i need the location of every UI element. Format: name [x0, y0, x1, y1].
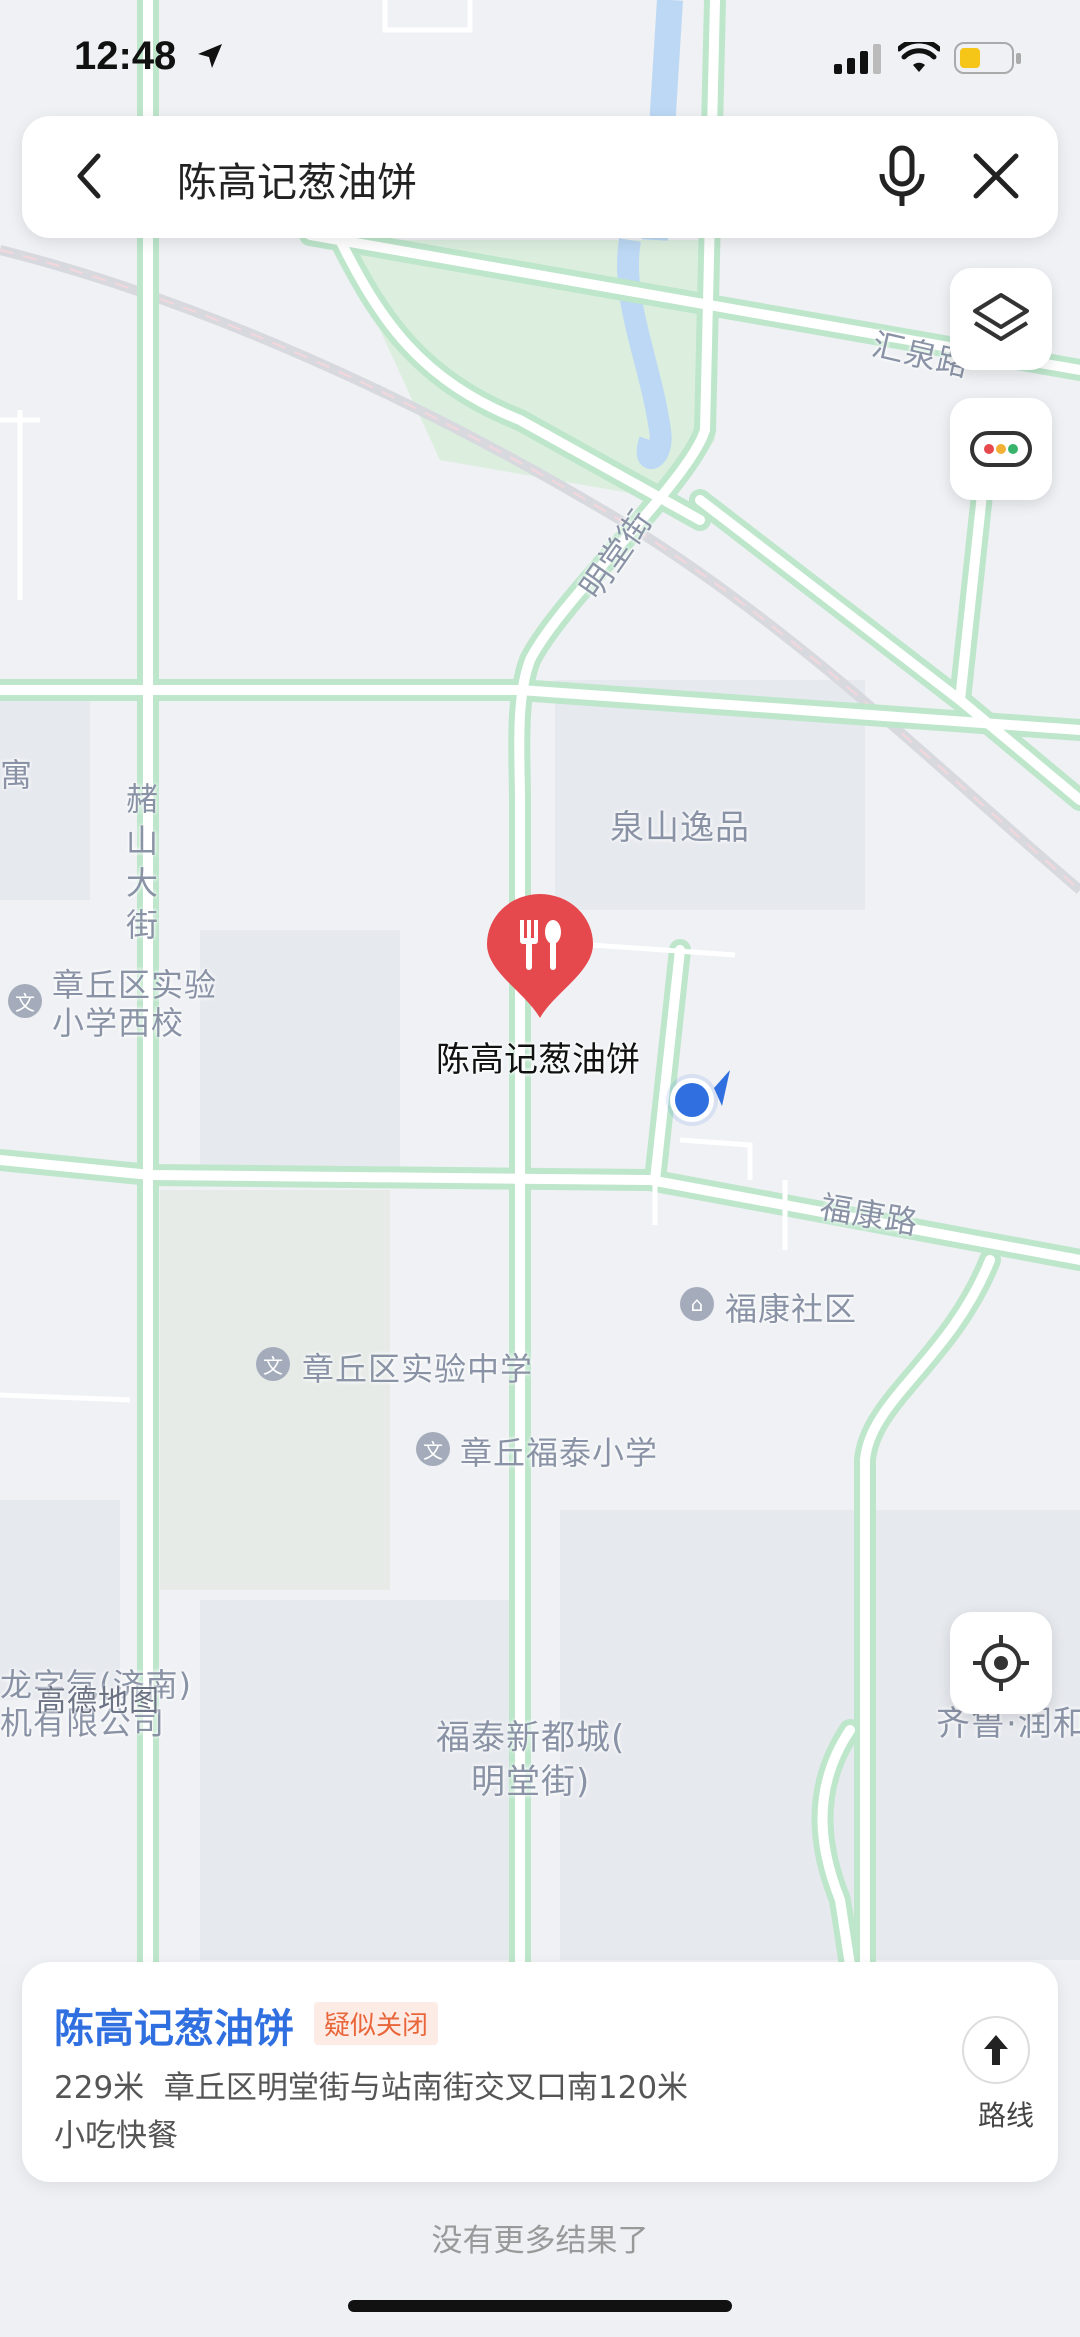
school-icon: 文 [416, 1432, 450, 1466]
poi-label-line: 明堂街) [471, 1762, 591, 1802]
result-category: 小吃快餐 [54, 2118, 178, 2154]
battery-icon [954, 42, 1021, 74]
poi-label-futai-city[interactable]: 福泰新都城( 明堂街) [436, 1716, 625, 1804]
poi-label-futai-primary[interactable]: 章丘福泰小学 [460, 1428, 658, 1474]
user-location-icon [660, 1064, 740, 1144]
map-view[interactable]: 汇泉路 明堂街 寓 赭山大街 泉山逸品 文 章丘区实验 小学西校 福康路 ⌂ 福… [0, 0, 1080, 1965]
locate-me-button[interactable] [950, 1612, 1052, 1714]
no-more-results: 没有更多结果了 [431, 2223, 649, 2259]
status-bar: 12:48 [0, 0, 1080, 110]
wifi-icon [898, 42, 940, 72]
poi-label-zhangqiu-middle[interactable]: 章丘区实验中学 [302, 1344, 533, 1390]
location-arrow-icon [198, 44, 222, 68]
poi-label-fukang-community[interactable]: 福康社区 [725, 1284, 857, 1330]
route-label[interactable]: 路线 [978, 2094, 1034, 2134]
community-icon: ⌂ [680, 1287, 714, 1321]
microphone-icon[interactable] [872, 144, 932, 210]
close-icon[interactable] [968, 148, 1024, 204]
poi-label-zhangqiu-primary-west[interactable]: 章丘区实验 小学西校 [52, 966, 217, 1042]
status-badge: 疑似关闭 [314, 2002, 439, 2045]
clock: 12:48 [74, 34, 177, 78]
layers-button[interactable] [950, 268, 1052, 370]
result-address-line: 229米 章丘区明堂街与站南街交叉口南120米 [54, 2062, 688, 2107]
home-indicator[interactable] [348, 2300, 732, 2312]
search-input[interactable]: 陈高记葱油饼 [177, 150, 417, 208]
road-label-zhushan: 赭山大街 [126, 780, 160, 944]
back-icon[interactable] [62, 146, 122, 206]
school-icon: 文 [8, 984, 42, 1018]
location-pin[interactable] [485, 892, 595, 1022]
traffic-button[interactable] [950, 398, 1052, 500]
result-address: 章丘区明堂街与站南街交叉口南120米 [163, 2070, 689, 2106]
poi-label-apartment: 寓 [0, 756, 34, 794]
pin-label[interactable]: 陈高记葱油饼 [436, 1032, 640, 1081]
search-bar[interactable]: 陈高记葱油饼 [22, 116, 1058, 238]
result-distance: 229米 [54, 2070, 145, 2106]
layers-icon [973, 293, 1029, 341]
arrow-up-icon [984, 2035, 1008, 2065]
crosshair-icon [973, 1635, 1029, 1691]
route-button[interactable] [962, 2016, 1030, 2084]
map-watermark: 高德地图 [36, 1684, 160, 1719]
poi-label-line: 章丘区实验 [52, 966, 218, 1004]
traffic-light-icon [970, 431, 1032, 467]
signal-icon [834, 44, 881, 74]
school-icon: 文 [256, 1347, 290, 1381]
poi-label-line: 福泰新都城( [436, 1718, 626, 1758]
result-card[interactable]: 陈高记葱油饼 疑似关闭 229米 章丘区明堂街与站南街交叉口南120米 小吃快餐… [22, 1962, 1058, 2182]
poi-label-quanshan-yipin: 泉山逸品 [610, 808, 750, 848]
poi-label-line: 小学西校 [52, 1004, 185, 1042]
result-title[interactable]: 陈高记葱油饼 [54, 1996, 294, 2054]
restaurant-pin-icon [487, 894, 593, 1018]
